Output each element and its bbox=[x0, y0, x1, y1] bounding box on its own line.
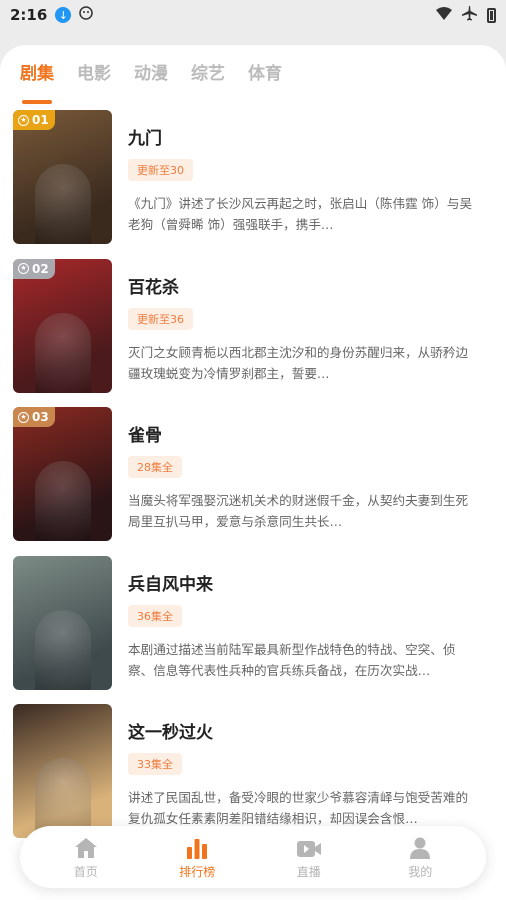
notification-app-icon bbox=[77, 5, 95, 25]
nav-item-0[interactable]: 首页 bbox=[46, 835, 126, 880]
item-info: 百花杀更新至36 灭门之女顾青栀以西北郡主沈汐和的身份苏醒归来，从骄矜边疆玫瑰蜕变… bbox=[128, 259, 478, 408]
tab-2[interactable]: 动漫 bbox=[134, 59, 168, 95]
nav-item-3[interactable]: 我的 bbox=[380, 835, 460, 880]
nav-label: 直播 bbox=[296, 864, 321, 879]
wifi-icon bbox=[436, 6, 452, 24]
item-title[interactable]: 雀骨 bbox=[128, 421, 478, 446]
nav-label: 首页 bbox=[73, 864, 98, 879]
item-description: 本剧通过描述当前陆军最具新型作战特色的特战、空突、侦察、信息等代表性兵种的官兵练… bbox=[128, 641, 456, 678]
list-item[interactable]: ★ 02 百花杀更新至36 灭门之女顾青栀以西北郡主沈汐和的身份苏醒归来，从骄矜边疆玫… bbox=[0, 258, 506, 408]
category-tabs: 剧集 电影 动漫 综艺 体育 bbox=[0, 45, 506, 104]
item-title[interactable]: 九门 bbox=[128, 124, 478, 149]
content-sheet: 剧集 电影 动漫 综艺 体育 ★ 01 九门 更新至30 《九门》讲述了长沙风云再起之时，张启山… bbox=[0, 45, 506, 900]
item-description: 讲述了民国乱世，备受冷眼的世家少爷慕容清峄与饱受苦难的复仇孤女任素素阴差阳错结缘… bbox=[128, 790, 469, 826]
nav-item-2[interactable]: 直播 bbox=[269, 835, 349, 880]
item-title[interactable]: 兵自风中来 bbox=[128, 570, 478, 595]
ranking-list: ★ 01 九门 更新至30 《九门》讲述了长沙风云再起之时，张启山（陈伟霆 饰）与吴老狗… bbox=[0, 110, 506, 853]
rank-number: 02 bbox=[32, 261, 49, 276]
poster-image[interactable]: ★ 03 bbox=[13, 407, 112, 541]
list-item[interactable]: ★ 01 九门更新至30 《九门》讲述了长沙风云再起之时，张启山（陈伟霆 饰）与吴老狗… bbox=[0, 110, 506, 259]
battery-icon bbox=[487, 7, 496, 23]
nav-item-1[interactable]: 排行榜 bbox=[157, 835, 237, 880]
poster-figure bbox=[34, 461, 91, 541]
tab-0[interactable]: 剧集 bbox=[20, 59, 54, 104]
star-icon: ★ bbox=[18, 263, 29, 274]
item-info: 九门更新至30 《九门》讲述了长沙风云再起之时，张启山（陈伟霆 饰）与吴老狗（曾舜… bbox=[128, 110, 478, 259]
item-title[interactable]: 百花杀 bbox=[128, 273, 478, 298]
bar-chart-icon bbox=[186, 835, 208, 859]
home-icon bbox=[74, 835, 98, 859]
episode-tag: 36集全 bbox=[128, 604, 182, 627]
tab-4[interactable]: 体育 bbox=[248, 59, 282, 95]
item-description: 《九门》讲述了长沙风云再起之时，张启山（陈伟霆 饰）与吴老狗（曾舜晞 饰）强强联… bbox=[128, 196, 473, 232]
poster-figure bbox=[34, 164, 91, 244]
poster-image[interactable] bbox=[13, 555, 112, 690]
bottom-nav: 首页 排行榜 直播 我的 bbox=[20, 826, 486, 888]
episode-tag: 33集全 bbox=[128, 753, 182, 775]
user-icon bbox=[409, 835, 431, 859]
download-icon: ↓ bbox=[55, 7, 72, 23]
poster-image[interactable]: ★ 01 bbox=[13, 110, 112, 244]
item-info: 雀骨 28集全当魔头将军强娶沉迷机关术的财迷假千金，从契约夫妻到生死局里互扒马甲，… bbox=[128, 407, 478, 556]
status-bar: 2:16 ↓ bbox=[0, 0, 506, 30]
star-icon: ★ bbox=[18, 411, 29, 423]
tab-1[interactable]: 电影 bbox=[77, 59, 111, 95]
episode-tag: 28集全 bbox=[128, 456, 182, 478]
rank-number: 03 bbox=[32, 410, 49, 424]
rank-badge: ★ 03 bbox=[13, 407, 55, 427]
item-description: 灭门之女顾青栀以西北郡主沈汐和的身份苏醒归来，从骄矜边疆玫瑰蜕变为冷情罗刹郡主，… bbox=[128, 344, 469, 381]
tab-3[interactable]: 综艺 bbox=[191, 59, 225, 95]
item-description: 当魔头将军强娶沉迷机关术的财迷假千金，从契约夫妻到生死局里互扒马甲，爱意与杀意同… bbox=[128, 493, 469, 529]
star-icon: ★ bbox=[18, 114, 29, 126]
list-item[interactable]: 兵自风中来 36集全本剧通过描述当前陆军最具新型作战特色的特战、空突、侦察、信息等… bbox=[0, 555, 506, 705]
status-time: 2:16 bbox=[10, 6, 48, 24]
episode-tag: 更新至36 bbox=[128, 307, 193, 330]
poster-image[interactable]: ★ 02 bbox=[13, 258, 112, 393]
poster-figure bbox=[34, 312, 91, 393]
video-camera-icon bbox=[296, 835, 322, 859]
rank-badge: ★ 02 bbox=[13, 258, 55, 279]
item-info: 兵自风中来 36集全本剧通过描述当前陆军最具新型作战特色的特战、空突、侦察、信息等… bbox=[128, 556, 478, 705]
poster-image[interactable] bbox=[13, 704, 112, 838]
item-title[interactable]: 这一秒过火 bbox=[128, 718, 478, 743]
poster-figure bbox=[34, 609, 91, 690]
nav-label: 我的 bbox=[408, 864, 433, 879]
list-item[interactable]: ★ 03 雀骨 28集全当魔头将军强娶沉迷机关术的财迷假千金，从契约夫妻到生死局里互扒… bbox=[0, 407, 506, 556]
nav-label: 排行榜 bbox=[179, 864, 216, 879]
episode-tag: 更新至30 bbox=[128, 159, 193, 181]
airplane-icon bbox=[462, 5, 477, 25]
rank-number: 01 bbox=[32, 113, 49, 127]
rank-badge: ★ 01 bbox=[13, 110, 55, 130]
